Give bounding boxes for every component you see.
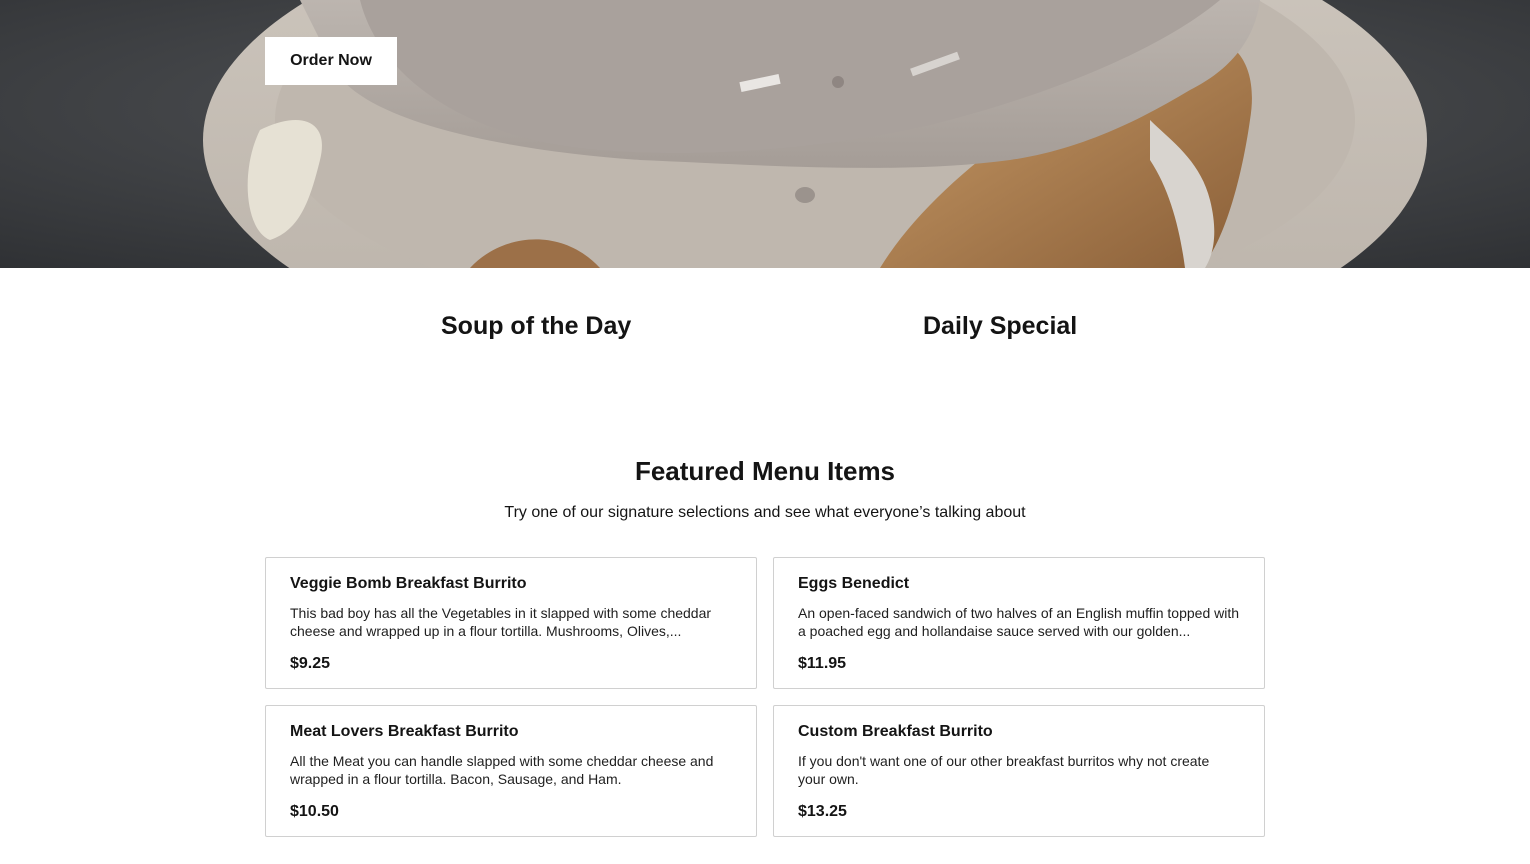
order-now-button[interactable]: Order Now — [265, 37, 397, 85]
daily-special-heading: Daily Special — [923, 312, 1078, 340]
menu-item-name: Custom Breakfast Burrito — [798, 723, 993, 740]
hero-food-image — [0, 0, 1530, 268]
menu-item-price: $13.25 — [798, 803, 847, 820]
menu-item-price: $11.95 — [798, 655, 847, 672]
menu-item-description: All the Meat you can handle slapped with… — [290, 753, 714, 787]
menu-item-price: $10.50 — [290, 803, 339, 820]
hero-banner: Order Now — [0, 0, 1530, 268]
featured-menu-subtitle: Try one of our signature selections and … — [504, 504, 1026, 521]
menu-item-name: Veggie Bomb Breakfast Burrito — [290, 575, 527, 592]
soup-of-the-day-heading: Soup of the Day — [441, 312, 632, 340]
menu-item-card[interactable]: Veggie Bomb Breakfast Burrito This bad b… — [265, 557, 757, 689]
menu-item-description: If you don't want one of our other break… — [798, 753, 1210, 787]
menu-item-name: Eggs Benedict — [798, 575, 910, 592]
menu-item-card[interactable]: Eggs Benedict An open-faced sandwich of … — [773, 557, 1265, 689]
menu-item-description: This bad boy has all the Vegetables in i… — [290, 605, 712, 639]
menu-item-name: Meat Lovers Breakfast Burrito — [290, 723, 519, 740]
menu-item-card[interactable]: Custom Breakfast Burrito If you don't wa… — [773, 705, 1265, 837]
featured-menu-heading: Featured Menu Items — [634, 456, 896, 486]
menu-item-description: An open-faced sandwich of two halves of … — [798, 605, 1240, 639]
menu-item-price: $9.25 — [290, 655, 331, 672]
menu-item-card[interactable]: Meat Lovers Breakfast Burrito All the Me… — [265, 705, 757, 837]
